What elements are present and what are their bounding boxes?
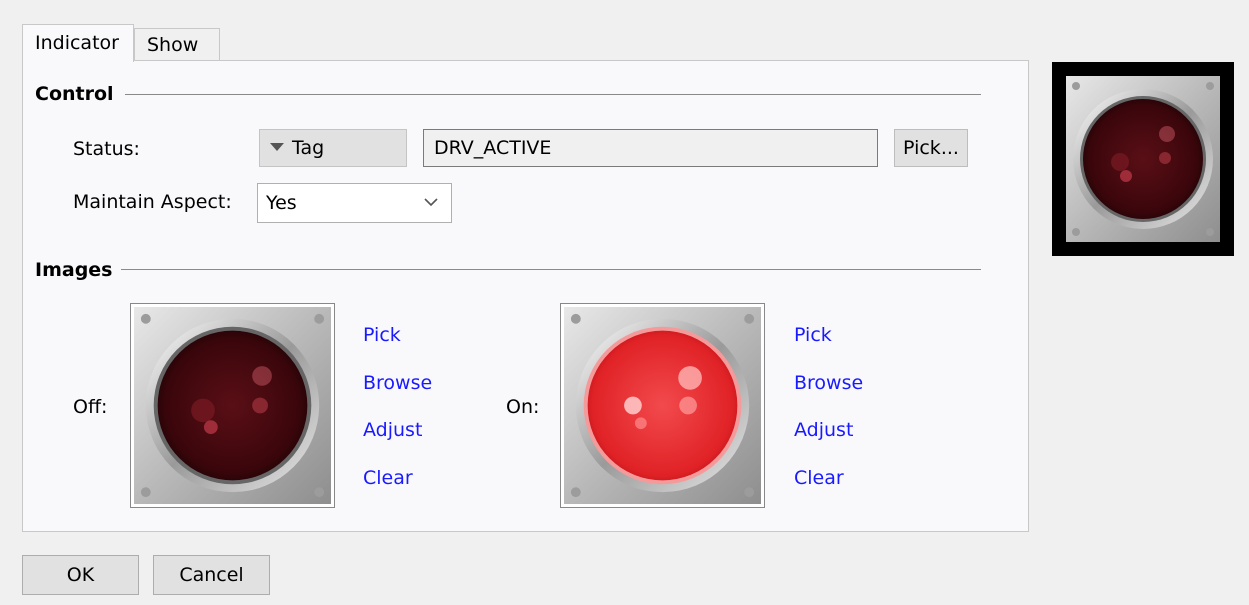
status-tag-field[interactable]: DRV_ACTIVE [423, 129, 878, 167]
indicator-off-image [134, 307, 331, 504]
off-image-frame[interactable] [130, 303, 335, 508]
indicator-on-image [564, 307, 761, 504]
preview-indicator-image [1066, 76, 1220, 242]
indicator-preview [1052, 62, 1234, 256]
indicator-panel: Control Status: Tag DRV_ACTIVE Pick... M… [22, 60, 1029, 532]
on-adjust-link[interactable]: Adjust [794, 419, 853, 441]
control-section-title: Control [35, 83, 114, 105]
ok-button[interactable]: OK [22, 555, 139, 595]
images-section-title: Images [35, 259, 113, 281]
chevron-down-icon [424, 198, 438, 207]
off-pick-link[interactable]: Pick [363, 324, 401, 346]
maintain-aspect-value: Yes [266, 192, 297, 214]
tab-indicator[interactable]: Indicator [22, 24, 134, 62]
on-pick-link[interactable]: Pick [794, 324, 832, 346]
images-divider [121, 269, 981, 270]
dropdown-caret-icon [270, 142, 284, 151]
off-adjust-link[interactable]: Adjust [363, 419, 422, 441]
off-clear-link[interactable]: Clear [363, 467, 413, 489]
on-label: On: [506, 396, 540, 418]
on-clear-link[interactable]: Clear [794, 467, 844, 489]
off-browse-link[interactable]: Browse [363, 372, 432, 394]
on-image-frame[interactable] [560, 303, 765, 508]
off-label: Off: [73, 396, 108, 418]
tab-show[interactable]: Show [134, 28, 220, 61]
status-source-value: Tag [292, 137, 325, 159]
status-label: Status: [73, 138, 140, 160]
maintain-aspect-select[interactable]: Yes [257, 183, 452, 223]
status-source-dropdown[interactable]: Tag [259, 129, 407, 167]
cancel-button[interactable]: Cancel [153, 555, 270, 595]
control-divider [125, 94, 981, 95]
on-browse-link[interactable]: Browse [794, 372, 863, 394]
maintain-aspect-label: Maintain Aspect: [73, 191, 232, 213]
pick-tag-button[interactable]: Pick... [894, 129, 968, 167]
